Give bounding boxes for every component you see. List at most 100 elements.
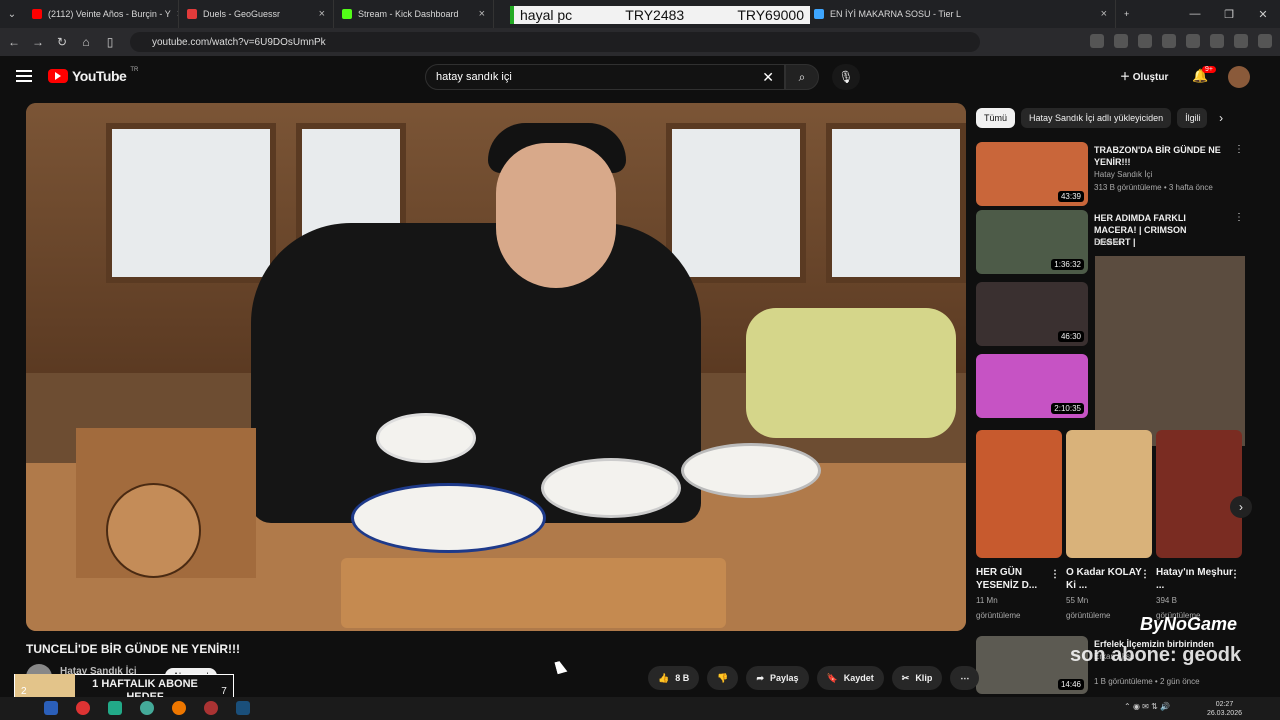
- more-options-icon[interactable]: ⋮: [1234, 144, 1244, 155]
- youtube-play-icon: [48, 69, 68, 83]
- video-thumbnail[interactable]: 43:39: [976, 142, 1088, 206]
- more-options-icon[interactable]: ⋮: [1230, 568, 1240, 581]
- back-icon[interactable]: ←: [2, 35, 26, 49]
- extension-icon[interactable]: [1138, 34, 1152, 48]
- taskbar: ⌃ ◉ ✉ ⇅ 🔊 02:27 26.03.2026: [0, 697, 1280, 720]
- shorts-shelf: [976, 430, 1242, 558]
- last-subscriber: son abone: geodk: [1070, 644, 1242, 666]
- home-icon[interactable]: ⌂: [74, 35, 98, 49]
- firefox-icon[interactable]: [172, 701, 186, 715]
- clock[interactable]: 02:27 26.03.2026: [1207, 700, 1242, 718]
- puzzle-icon[interactable]: [1210, 34, 1224, 48]
- avatar[interactable]: [1228, 66, 1250, 88]
- chevron-right-icon[interactable]: ›: [1219, 111, 1223, 125]
- share-icon: ➦: [756, 672, 764, 683]
- forward-icon[interactable]: →: [26, 35, 50, 49]
- scissors-icon: ✂: [901, 672, 910, 683]
- short-thumbnail[interactable]: [1066, 430, 1152, 558]
- close-tab-icon[interactable]: ×: [313, 8, 325, 20]
- thumbs-up-icon: 👍: [658, 672, 670, 683]
- restore-icon[interactable]: ❐: [1212, 8, 1246, 21]
- download-icon[interactable]: [1234, 34, 1248, 48]
- short-title[interactable]: HER GÜN YESENİZ D... ⋮ 11 Mn görüntüleme: [976, 566, 1062, 622]
- new-tab-button[interactable]: +: [1116, 0, 1137, 28]
- search-button[interactable]: ⌕: [785, 64, 819, 90]
- mic-icon: 🎙: [838, 70, 854, 84]
- video-title: TUNCELİ'DE BİR GÜNDE NE YENİR!!!: [26, 642, 240, 656]
- voice-search-button[interactable]: 🎙: [832, 64, 860, 90]
- more-dots-icon: ⋯: [960, 672, 970, 683]
- close-tab-icon[interactable]: ×: [171, 8, 178, 20]
- window-controls: — ❐ ✕: [1178, 0, 1280, 28]
- more-options-icon[interactable]: ⋮: [1234, 212, 1244, 223]
- share-button[interactable]: ➦ Paylaş: [746, 666, 809, 690]
- extension-icon[interactable]: [1162, 34, 1176, 48]
- tab-geoguessr[interactable]: Duels - GeoGuessr ×: [179, 0, 334, 28]
- price-overlay: hayal pc TRY2483 TRY69000: [510, 6, 810, 24]
- video-thumbnail[interactable]: 46:30: [976, 282, 1088, 346]
- bookmark-star-icon[interactable]: [1114, 34, 1128, 48]
- streamer-webcam: [1095, 256, 1245, 446]
- video-frame: [26, 103, 966, 631]
- create-button[interactable]: ＋ Oluştur: [1120, 68, 1168, 83]
- list-item[interactable]: 43:39 TRABZON'DA BİR GÜNDE NE YENİR!!! H…: [976, 142, 1244, 206]
- bynogame-brand: ByNoGame: [1140, 614, 1238, 634]
- youtube-logo[interactable]: YouTube TR: [48, 67, 138, 84]
- chevron-right-icon[interactable]: ›: [1230, 496, 1252, 518]
- youtube-favicon-icon: [814, 9, 824, 19]
- chip-uploader[interactable]: Hatay Sandık İçi adlı yükleyiciden: [1021, 108, 1172, 128]
- more-actions-button[interactable]: ⋯: [950, 666, 980, 690]
- kooperatif-logo: [106, 483, 201, 578]
- shield-icon[interactable]: [1186, 34, 1200, 48]
- video-actions: 👍 8 B 👎 ➦ Paylaş 🔖 Kaydet ✂ Klip ⋯: [648, 666, 980, 690]
- like-button[interactable]: 👍 8 B: [648, 666, 700, 690]
- clear-search-icon[interactable]: ✕: [762, 69, 774, 86]
- close-tab-icon[interactable]: ×: [473, 8, 485, 20]
- save-button[interactable]: 🔖 Kaydet: [816, 666, 884, 690]
- notification-badge: 9+: [1202, 66, 1216, 73]
- hamburger-menu-icon[interactable]: [16, 70, 32, 82]
- video-player[interactable]: [26, 103, 966, 631]
- search-icon: ⌕: [798, 69, 806, 84]
- menu-dots-icon[interactable]: [1258, 34, 1272, 48]
- more-options-icon[interactable]: ⋮: [1050, 568, 1060, 581]
- sidebar-icon[interactable]: ▯: [98, 35, 122, 49]
- mouse-cursor: [554, 659, 568, 675]
- extensions: [1090, 34, 1272, 48]
- short-thumbnail[interactable]: [1156, 430, 1242, 558]
- system-tray-icons[interactable]: ⌃ ◉ ✉ ⇅ 🔊: [1124, 702, 1170, 711]
- app-icon[interactable]: [108, 701, 122, 715]
- steam-icon[interactable]: [236, 701, 250, 715]
- video-thumbnail[interactable]: 1:36:32: [976, 210, 1088, 274]
- url-field[interactable]: youtube.com/watch?v=6U9DOsUmnPk: [130, 32, 980, 52]
- app-icon[interactable]: [204, 701, 218, 715]
- search-input[interactable]: hatay sandık içi ✕: [425, 64, 785, 90]
- video-thumbnail[interactable]: 2:10:35: [976, 354, 1088, 418]
- app-icon[interactable]: [76, 701, 90, 715]
- bookmark-icon: 🔖: [826, 672, 838, 683]
- address-toolbar: ← → ↻ ⌂ ▯ youtube.com/watch?v=6U9DOsUmnP…: [0, 28, 1280, 56]
- install-icon[interactable]: [1090, 34, 1104, 48]
- chip-all[interactable]: Tümü: [976, 108, 1016, 128]
- geoguessr-favicon-icon: [187, 9, 197, 19]
- dislike-button[interactable]: 👎: [707, 666, 739, 690]
- tab-youtube[interactable]: (2112) Veinte Años - Burçin - Y ×: [24, 0, 179, 28]
- plus-icon: ＋: [1120, 72, 1133, 83]
- chrome-icon[interactable]: [140, 701, 154, 715]
- close-tab-icon[interactable]: ×: [1095, 8, 1107, 20]
- youtube-favicon-icon: [32, 9, 42, 19]
- clip-button[interactable]: ✂ Klip: [891, 666, 943, 690]
- youtube-header: YouTube TR hatay sandık içi ✕ ⌕ 🎙 ＋ Oluş…: [0, 56, 1280, 98]
- close-window-icon[interactable]: ✕: [1246, 8, 1280, 21]
- tab-search-button[interactable]: ⌄: [0, 0, 24, 28]
- search-icon[interactable]: [44, 701, 58, 715]
- chip-related[interactable]: İlgili: [1177, 108, 1208, 128]
- more-options-icon[interactable]: ⋮: [1140, 568, 1150, 581]
- short-thumbnail[interactable]: [976, 430, 1062, 558]
- minimize-icon[interactable]: —: [1178, 8, 1212, 20]
- tab-kick-dashboard[interactable]: Stream - Kick Dashboard ×: [334, 0, 494, 28]
- filter-chips: Tümü Hatay Sandık İçi adlı yükleyiciden …: [976, 108, 1223, 128]
- reload-icon[interactable]: ↻: [50, 35, 74, 49]
- tab-makarna[interactable]: EN İYİ MAKARNA SOSU - Tier L ×: [806, 0, 1116, 28]
- kick-favicon-icon: [342, 9, 352, 19]
